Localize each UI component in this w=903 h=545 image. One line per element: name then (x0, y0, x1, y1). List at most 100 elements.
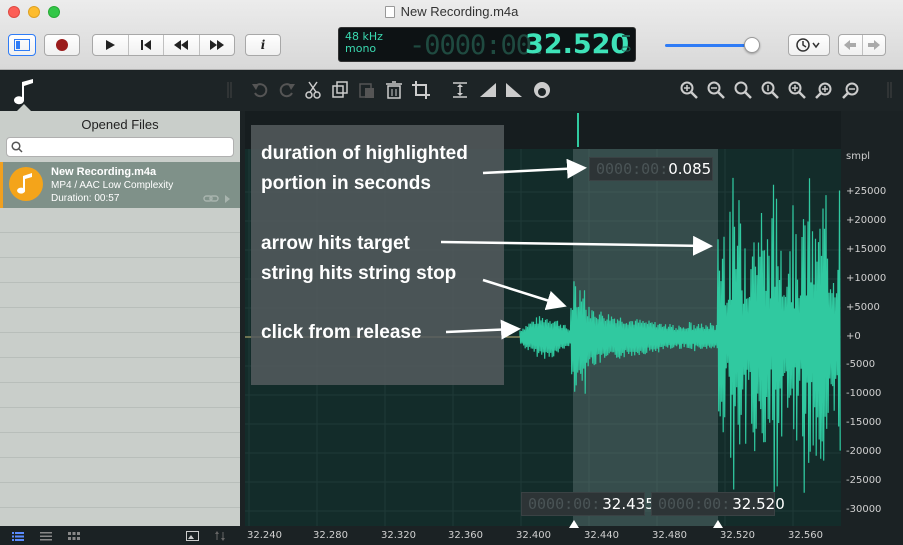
amplitude-axis (841, 111, 903, 526)
list-row-divider (0, 332, 240, 333)
sidebar-title: Opened Files (81, 117, 159, 132)
rewind-icon (174, 40, 189, 50)
fade-in-button[interactable] (478, 80, 498, 100)
y-tick-label: -15000 (846, 417, 882, 428)
y-tick-label: +5000 (846, 302, 880, 313)
trash-icon (386, 81, 402, 99)
skip-to-start-button[interactable] (129, 35, 164, 55)
fade-in-icon (480, 83, 496, 97)
forward-button[interactable] (863, 35, 886, 55)
list-row-divider (0, 282, 240, 283)
selection-start-marker-icon[interactable] (569, 520, 579, 528)
list-row-divider (0, 432, 240, 433)
redo-button[interactable] (277, 80, 297, 100)
effects-button[interactable] (532, 80, 552, 100)
selection-end-dim: 0000:00: (658, 495, 731, 513)
toolbar-divider-icon (226, 80, 234, 100)
zoom-in-icon (680, 81, 698, 99)
zoom-selection-button[interactable] (787, 80, 807, 100)
annotation-duration-line2: portion in seconds (261, 173, 431, 194)
zoom-vertical-out-button[interactable] (841, 80, 861, 100)
play-icon (106, 40, 116, 50)
selection-duration-dim: 0000:00: (596, 160, 669, 178)
y-tick-label: -10000 (846, 388, 882, 399)
file-list-item[interactable]: New Recording.m4a MP4 / AAC Low Complexi… (0, 162, 240, 208)
x-tick-label: 32.400 (516, 530, 551, 541)
paste-icon (359, 83, 374, 98)
selection-start-readout: 0000:00: 32.435 (521, 492, 655, 516)
paste-button[interactable] (357, 80, 377, 100)
transport-controls (92, 34, 235, 56)
zoom-vertical-in-button[interactable] (814, 80, 834, 100)
selection-start-dim: 0000:00: (528, 495, 601, 513)
toolbar-divider-icon-right (886, 80, 894, 100)
rewind-button[interactable] (164, 35, 200, 55)
selection-duration-value: 0.085 (668, 160, 712, 178)
y-tick-label: +25000 (846, 186, 887, 197)
fade-out-icon (506, 83, 522, 97)
document-icon (384, 6, 395, 18)
zoom-in-button[interactable] (679, 80, 699, 100)
info-icon: i (260, 38, 266, 52)
y-tick-label: +0 (846, 331, 861, 342)
x-tick-label: 32.560 (788, 530, 823, 541)
crop-button[interactable] (411, 80, 431, 100)
fast-forward-icon (209, 40, 224, 50)
zoom-out-icon (707, 81, 725, 99)
zoom-out-button[interactable] (706, 80, 726, 100)
search-input[interactable] (25, 139, 230, 155)
delete-button[interactable] (384, 80, 404, 100)
image-icon[interactable] (186, 531, 199, 541)
list-row-divider (0, 257, 240, 258)
toggle-sidebar-button[interactable] (8, 34, 36, 56)
list-row-divider (0, 482, 240, 483)
file-format: MP4 / AAC Low Complexity (51, 180, 174, 191)
zoom-vertical-out-icon (842, 82, 859, 99)
history-icon (796, 38, 820, 52)
list-view-icon[interactable] (12, 532, 24, 541)
undo-icon (252, 83, 268, 98)
y-tick-label: -25000 (846, 475, 882, 486)
grid-view-icon[interactable] (68, 532, 80, 541)
audio-file-icon (9, 167, 43, 201)
record-button[interactable] (44, 34, 80, 56)
undo-button[interactable] (250, 80, 270, 100)
scissors-icon (305, 81, 321, 99)
info-button[interactable]: i (245, 34, 281, 56)
y-tick-label: -20000 (846, 446, 882, 457)
forward-arrow-icon (867, 40, 880, 50)
history-button[interactable] (788, 34, 830, 56)
selection-end-marker-icon[interactable] (713, 520, 723, 528)
list-row-divider (0, 357, 240, 358)
zoom-fit-button[interactable] (733, 80, 753, 100)
annotation-arrow-hits-target: arrow hits target (261, 233, 410, 254)
back-button[interactable] (839, 35, 863, 55)
zoom-fit-icon (734, 81, 752, 99)
compact-view-icon[interactable] (40, 532, 52, 541)
fade-out-button[interactable] (504, 80, 524, 100)
x-tick-label: 32.480 (652, 530, 687, 541)
play-button[interactable] (93, 35, 129, 55)
skip-start-icon (140, 40, 151, 50)
zoom-actual-button[interactable] (760, 80, 780, 100)
channel-mode: mono (345, 42, 377, 55)
fast-forward-button[interactable] (200, 35, 235, 55)
cut-button[interactable] (303, 80, 323, 100)
search-field[interactable] (6, 137, 234, 157)
volume-slider[interactable] (665, 44, 755, 47)
y-tick-label: -5000 (846, 359, 876, 370)
selection-end-readout: 0000:00: 32.520 (651, 492, 785, 516)
volume-slider-knob[interactable] (744, 37, 760, 53)
record-icon (56, 39, 68, 51)
copy-icon (332, 81, 348, 98)
y-tick-label: +20000 (846, 215, 887, 226)
display-indicator-icon (621, 32, 631, 56)
zoom-selection-icon (788, 81, 806, 99)
time-current: 32.520 (525, 29, 630, 60)
sort-icon[interactable] (215, 531, 225, 541)
annotation-click-release: click from release (261, 322, 422, 343)
link-icon (203, 195, 230, 203)
copy-button[interactable] (330, 80, 350, 100)
selection-end-value: 32.520 (732, 495, 785, 513)
normalize-button[interactable] (450, 80, 470, 100)
